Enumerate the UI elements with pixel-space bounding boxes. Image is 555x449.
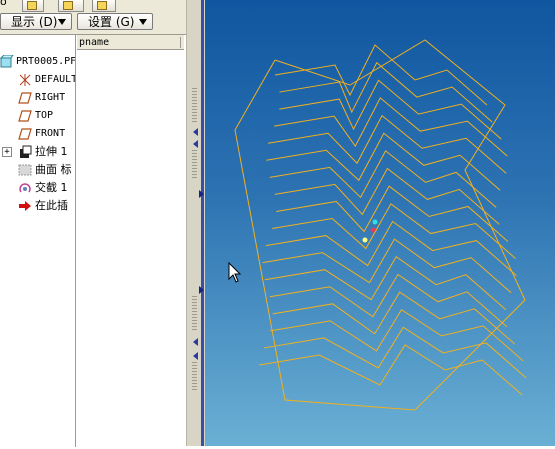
display-dropdown[interactable]: 显示 (D) bbox=[0, 13, 72, 30]
tree-item-intersect[interactable]: 交截 1 bbox=[0, 179, 75, 197]
collapse-left-icon[interactable] bbox=[193, 128, 198, 136]
tree-item-label: FRONT bbox=[35, 128, 66, 139]
curve-segment bbox=[273, 97, 508, 157]
csys-marker bbox=[370, 227, 376, 233]
curve-segment bbox=[262, 238, 512, 294]
curve-segment bbox=[279, 61, 493, 123]
settings-dropdown-label: 设置 (G) bbox=[88, 15, 135, 29]
display-dropdown-label: 显示 (D) bbox=[11, 15, 58, 29]
tree-item-part[interactable]: PRT0005.PF bbox=[0, 53, 75, 71]
tree-item-label: RIGHT bbox=[35, 92, 66, 103]
favorites-tab[interactable] bbox=[58, 0, 84, 12]
intersect-icon bbox=[18, 181, 32, 195]
model-tree-panel: o 显示 (D) 设置 (G) PRT0005.PF DEFAULT RIGHT… bbox=[0, 0, 188, 447]
expand-right-icon[interactable] bbox=[199, 286, 204, 294]
collapse-left-icon[interactable] bbox=[193, 338, 198, 346]
curve-segment bbox=[279, 79, 502, 140]
folder-tab[interactable] bbox=[22, 0, 44, 12]
curve-segment bbox=[264, 256, 507, 311]
tree-item-label: 在此插 bbox=[35, 199, 68, 212]
curve-segment bbox=[269, 309, 524, 362]
curve-segment bbox=[274, 167, 500, 225]
chevron-down-icon bbox=[58, 19, 66, 25]
tree-item-csys[interactable]: DEFAULT bbox=[0, 71, 75, 89]
model-tree: PRT0005.PF DEFAULT RIGHT TOP FRONT + 拉伸 … bbox=[0, 34, 186, 447]
splitter-grip[interactable] bbox=[192, 150, 197, 180]
layer-tab[interactable] bbox=[92, 0, 116, 12]
tree-item-label: PRT0005.PF bbox=[16, 56, 75, 67]
datum-plane-icon bbox=[18, 127, 32, 141]
splitter-grip[interactable] bbox=[192, 362, 197, 392]
tree-item-right[interactable]: RIGHT bbox=[0, 89, 75, 107]
curve-segment bbox=[263, 326, 527, 379]
collapse-left-icon[interactable] bbox=[193, 140, 198, 148]
insert-arrow-icon bbox=[18, 199, 32, 213]
column-divider[interactable] bbox=[75, 35, 77, 447]
tree-toolbar: 显示 (D) 设置 (G) bbox=[0, 12, 188, 32]
datum-plane-icon bbox=[18, 109, 32, 123]
tree-item-insert-here[interactable]: 在此插 bbox=[0, 197, 75, 215]
curve-segment bbox=[274, 44, 488, 106]
tree-item-top[interactable]: TOP bbox=[0, 107, 75, 125]
tree-column: PRT0005.PF DEFAULT RIGHT TOP FRONT + 拉伸 … bbox=[0, 35, 75, 447]
column-header[interactable]: pname bbox=[77, 35, 184, 50]
extrude-icon bbox=[18, 145, 32, 159]
surface-icon bbox=[18, 163, 32, 177]
tree-item-label: TOP bbox=[35, 110, 54, 121]
curve-outline bbox=[234, 39, 526, 411]
chevron-down-icon bbox=[139, 19, 147, 25]
splitter-grip[interactable] bbox=[192, 296, 197, 332]
graphics-window[interactable] bbox=[205, 0, 555, 446]
curve-segment bbox=[272, 291, 515, 345]
curve-segment bbox=[269, 273, 508, 328]
csys-marker bbox=[362, 237, 368, 243]
folder-icon bbox=[27, 1, 37, 10]
tree-item-label: 曲面 标 bbox=[35, 163, 72, 176]
panel-splitter[interactable] bbox=[186, 0, 205, 446]
star-folder-icon bbox=[63, 1, 73, 10]
settings-dropdown[interactable]: 设置 (G) bbox=[77, 13, 153, 30]
csys-marker bbox=[372, 219, 378, 225]
splitter-rail bbox=[201, 0, 204, 446]
column-header-label: pname bbox=[79, 37, 110, 48]
tab-glyph: o bbox=[0, 0, 7, 8]
part-icon bbox=[0, 54, 14, 69]
collapse-left-icon[interactable] bbox=[193, 352, 198, 360]
curve-segment bbox=[259, 344, 523, 396]
zigzag-curve-geometry bbox=[234, 39, 527, 411]
expand-right-icon[interactable] bbox=[199, 190, 204, 198]
tree-item-front[interactable]: FRONT bbox=[0, 125, 75, 143]
panel-tab-strip: o bbox=[0, 0, 188, 12]
tree-item-extrude[interactable]: + 拉伸 1 bbox=[0, 143, 75, 161]
tree-item-label: DEFAULT bbox=[35, 74, 75, 85]
curve-segment bbox=[269, 150, 497, 208]
splitter-grip[interactable] bbox=[192, 88, 197, 124]
tree-item-surface[interactable]: 曲面 标 bbox=[0, 161, 75, 179]
curve-segment bbox=[265, 220, 517, 276]
book-icon bbox=[97, 1, 107, 10]
tree-item-label: 交截 1 bbox=[35, 181, 68, 194]
curve-segment bbox=[272, 203, 516, 259]
tree-item-label: 拉伸 1 bbox=[35, 145, 68, 158]
expand-icon[interactable]: + bbox=[2, 147, 12, 157]
datum-plane-icon bbox=[18, 91, 32, 105]
curve-segment bbox=[266, 132, 501, 191]
csys-icon bbox=[18, 73, 32, 87]
curve-segment bbox=[276, 185, 509, 242]
column-separator bbox=[180, 37, 181, 48]
mouse-cursor-icon bbox=[228, 262, 242, 283]
